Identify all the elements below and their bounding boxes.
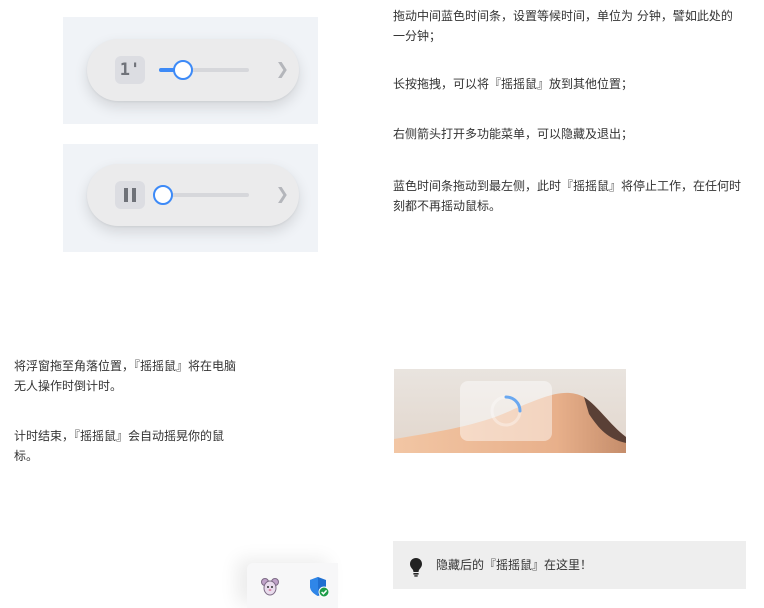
chevron-right-icon[interactable]: ❯: [276, 59, 289, 78]
pause-icon[interactable]: [115, 181, 145, 209]
floating-widget[interactable]: 1' ❯: [87, 39, 299, 101]
timer-readout: 1': [115, 56, 145, 84]
security-shield-icon[interactable]: [309, 576, 330, 602]
tip-text: 隐藏后的『摇摇鼠』在这里！: [436, 558, 593, 572]
instruction-text-5: 将浮窗拖至角落位置，『摇摇鼠』将在电脑无人操作时倒计时。: [14, 359, 237, 393]
chevron-right-icon[interactable]: ❯: [276, 184, 289, 203]
time-slider-knob[interactable]: [173, 60, 193, 80]
instruction-text-2: 长按拖拽，可以将『摇摇鼠』放到其他位置；: [393, 77, 634, 91]
mouse-app-icon[interactable]: [261, 576, 279, 600]
tip-box: 隐藏后的『摇摇鼠』在这里！: [393, 541, 746, 589]
preview-panel-paused: ❯: [63, 144, 318, 252]
desktop-preview: [394, 369, 626, 453]
time-slider-knob[interactable]: [153, 185, 173, 205]
floating-widget-paused[interactable]: ❯: [87, 164, 299, 226]
preview-panel-timer: 1' ❯: [63, 17, 318, 124]
instruction-text-1: 拖动中间蓝色时间条，设置等候时间，单位为 分钟，譬如此处的 一分钟；: [393, 9, 733, 43]
loading-overlay: [460, 381, 552, 441]
instruction-text-6: 计时结束，『摇摇鼠』会自动摇晃你的鼠标。: [14, 429, 225, 463]
instruction-text-4: 蓝色时间条拖动到最左侧，此时『摇摇鼠』将停止工作，在任何时刻都不再摇动鼠标。: [393, 179, 742, 213]
spinner-icon: [490, 395, 522, 427]
system-tray: [247, 563, 338, 608]
instruction-text-3: 右侧箭头打开多功能菜单，可以隐藏及退出；: [393, 127, 634, 141]
lightbulb-icon: [409, 557, 423, 581]
